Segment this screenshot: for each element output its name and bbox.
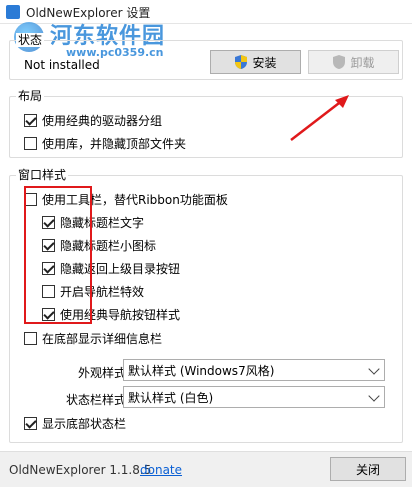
footer-bar: OldNewExplorer 1.1.8.5 donate 关闭	[0, 451, 412, 487]
checkbox-label: 在底部显示详细信息栏	[42, 331, 163, 346]
checkbox-label: 显示底部状态栏	[42, 416, 127, 431]
layout-group-label: 布局	[16, 89, 45, 103]
install-status-text: Not installed	[24, 58, 100, 72]
donate-link[interactable]: donate	[140, 463, 182, 477]
annotation-highlight-box	[24, 186, 92, 324]
version-text: OldNewExplorer 1.1.8.5	[9, 463, 152, 477]
install-button-label: 安装	[252, 55, 277, 70]
status-group-label: 状态	[16, 33, 45, 47]
checkbox-box[interactable]	[24, 416, 37, 430]
details-pane-checkbox[interactable]: 在底部显示详细信息栏	[24, 329, 162, 347]
appearance-style-select[interactable]: 默认样式 (Windows7风格)	[123, 359, 385, 381]
title-bar: OldNewExplorer 设置	[0, 0, 412, 24]
status-group: 状态 Not installed 安装 卸载	[9, 33, 403, 80]
checkbox-label: 使用库，并隐藏顶部文件夹	[42, 136, 187, 151]
classic-drive-grouping-checkbox[interactable]: 使用经典的驱动器分组	[24, 111, 162, 129]
appearance-style-value: 默认样式 (Windows7风格)	[128, 363, 275, 378]
uninstall-button-label: 卸载	[350, 55, 375, 70]
checkbox-box[interactable]	[24, 136, 37, 150]
uninstall-button[interactable]: 卸载	[308, 50, 399, 74]
checkbox-box[interactable]	[24, 113, 37, 127]
close-button[interactable]: 关闭	[330, 457, 406, 481]
shield-icon	[333, 55, 346, 69]
annotation-arrow-icon	[290, 95, 349, 141]
checkbox-box[interactable]	[24, 331, 37, 345]
chevron-down-icon	[368, 363, 380, 375]
shield-icon	[235, 55, 248, 69]
statusbar-style-select[interactable]: 默认样式 (白色)	[123, 386, 385, 408]
install-button[interactable]: 安装	[210, 50, 301, 74]
use-libraries-checkbox[interactable]: 使用库，并隐藏顶部文件夹	[24, 134, 186, 152]
statusbar-style-value: 默认样式 (白色)	[128, 390, 214, 405]
checkbox-label: 使用经典的驱动器分组	[42, 113, 163, 128]
chevron-down-icon	[368, 390, 380, 402]
window-style-group-label: 窗口样式	[16, 168, 69, 182]
window-title: OldNewExplorer 设置	[26, 6, 151, 20]
show-statusbar-checkbox[interactable]: 显示底部状态栏	[24, 414, 126, 432]
app-icon	[6, 5, 20, 19]
